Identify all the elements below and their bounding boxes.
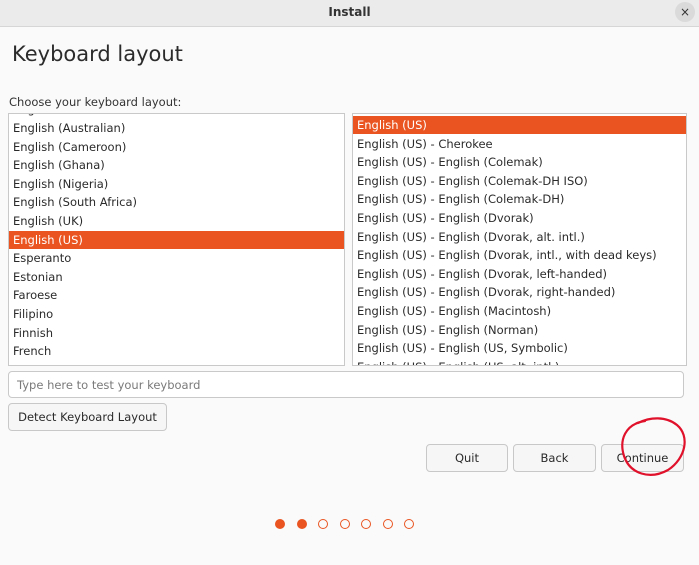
list-item[interactable]: English (UK) [9,212,344,230]
list-item[interactable]: Faroese [9,286,344,304]
list-item[interactable]: Finnish [9,324,344,342]
list-item[interactable]: Esperanto [9,249,344,267]
title-bar: Install × [0,0,699,27]
quit-button[interactable]: Quit [426,444,508,472]
list-item-selected[interactable]: English (US) [9,230,344,249]
list-item[interactable]: English (US) - English (Dvorak) [353,209,686,227]
continue-button[interactable]: Continue [601,444,684,472]
list-item[interactable]: English (US) - English (Colemak-DH) [353,190,686,208]
progress-dot-pending [404,519,414,529]
window-title: Install [328,5,371,19]
list-item[interactable]: English (US) - English (Norman) [353,321,686,339]
list-item[interactable]: French [9,342,344,360]
list-item[interactable]: English (US) - English (Colemak-DH ISO) [353,172,686,190]
progress-dot-pending [318,519,328,529]
keyboard-variant-list[interactable]: English (US) English (US) - Cherokee Engli… [352,113,687,366]
list-item[interactable]: English (US) - English (Colemak) [353,153,686,171]
list-item-selected[interactable]: English (US) [353,116,686,134]
keyboard-layout-list[interactable]: EnglishEnglish (Australian)English (Came… [8,113,345,366]
list-item[interactable]: English (Nigeria) [9,175,344,193]
list-item[interactable]: English (US) - English (Dvorak, left-han… [353,265,686,283]
close-icon[interactable]: × [675,2,695,22]
list-item[interactable]: English (US) - English (Macintosh) [353,302,686,320]
list-item-partial[interactable]: English (US) - English (US, alt. intl.) [353,358,686,365]
progress-dot-complete [296,519,307,529]
list-item[interactable]: English (US) - English (US, Symbolic) [353,339,686,357]
list-item[interactable]: English (Australian) [9,119,344,137]
list-item-partial[interactable]: German [9,361,344,365]
list-item[interactable]: English (US) - English (Dvorak, right-ha… [353,283,686,301]
list-item[interactable]: Filipino [9,305,344,323]
page-title: Keyboard layout [12,42,183,66]
detect-keyboard-layout-button[interactable]: Detect Keyboard Layout [8,403,167,431]
list-item[interactable]: English (South Africa) [9,193,344,211]
progress-dot-complete [275,519,285,529]
list-item[interactable]: English (Ghana) [9,156,344,174]
list-item[interactable]: Estonian [9,268,344,286]
list-item[interactable]: English (US) - Cherokee [353,135,686,153]
progress-dot-pending [339,519,350,529]
list-item[interactable]: English (Cameroon) [9,138,344,156]
progress-dot-pending [382,519,393,529]
layout-list-label: Choose your keyboard layout: [9,95,182,109]
back-button[interactable]: Back [513,444,596,472]
list-item[interactable]: English (US) - English (Dvorak, alt. int… [353,228,686,246]
progress-dot-pending [361,519,371,529]
keyboard-test-input[interactable] [8,371,684,398]
list-item[interactable]: English (US) - English (Dvorak, intl., w… [353,246,686,264]
list-item-partial[interactable]: English [9,114,344,118]
